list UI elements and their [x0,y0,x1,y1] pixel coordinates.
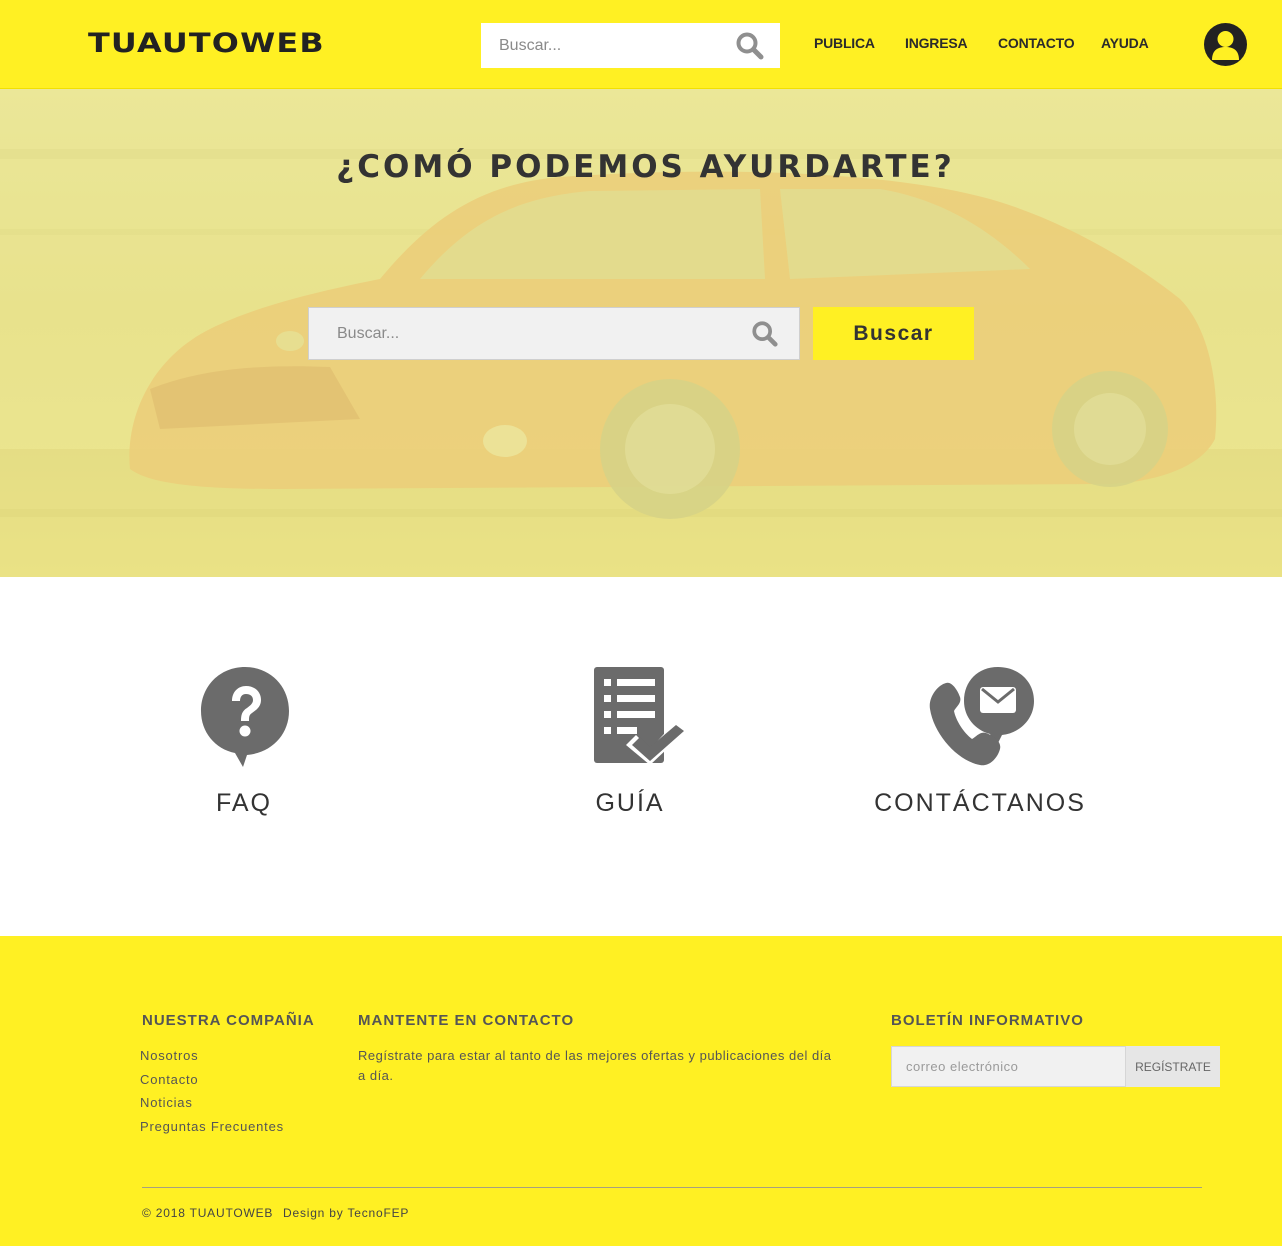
hero-search-button[interactable]: Buscar [813,307,974,360]
nav-contacto[interactable]: CONTACTO [998,35,1075,51]
footer-company-heading: NUESTRA COMPAÑIA [142,1012,315,1029]
footer-copyright: © 2018 TUAUTOWEB [142,1206,274,1220]
feature-contactanos-label: CONTÁCTANOS [874,789,1086,817]
search-icon[interactable] [735,31,765,61]
checklist-icon [594,667,686,765]
user-avatar-icon[interactable] [1204,23,1247,66]
footer-contact-text: Regístrate para estar al tanto de las me… [358,1048,832,1083]
hero-title: ¿COMÓ PODEMOS AYURDARTE? [336,149,955,185]
nav-ayuda[interactable]: AYUDA [1101,35,1149,51]
footer-newsletter-heading: BOLETÍN INFORMATIVO [891,1012,1084,1029]
hero-banner: ¿COMÓ PODEMOS AYURDARTE? Buscar [0,89,1282,577]
nav-publica[interactable]: PUBLICA [814,35,875,51]
top-header: TUAUTOWEB PUBLICA INGRESA CONTACTO AYUDA [0,0,1282,89]
hero-search [308,307,800,360]
feature-faq-label: FAQ [215,789,272,817]
header-search [481,23,780,68]
footer-link-contacto[interactable]: Contacto [140,1072,198,1087]
footer-credit: Design by TecnoFEP [283,1206,410,1220]
phone-mail-icon [929,667,1034,766]
footer-link-preguntas-frecuentes[interactable]: Preguntas Frecuentes [140,1119,284,1134]
feature-guia[interactable]: GUÍA [530,665,730,825]
footer-link-nosotros[interactable]: Nosotros [140,1048,198,1063]
footer-divider [142,1187,1202,1188]
question-bubble-icon [201,667,289,767]
newsletter-signup-button[interactable]: REGÍSTRATE [1126,1046,1220,1087]
feature-guia-label: GUÍA [595,789,665,817]
newsletter-email-input[interactable] [891,1046,1126,1087]
footer-contact-heading: MANTENTE EN CONTACTO [358,1012,575,1029]
feature-faq[interactable]: FAQ [144,665,344,825]
feature-contactanos[interactable]: CONTÁCTANOS [860,665,1100,825]
search-icon[interactable] [751,320,779,348]
site-footer: NUESTRA COMPAÑIA Nosotros Contacto Notic… [0,936,1282,1246]
header-search-input[interactable] [481,23,721,68]
nav-ingresa[interactable]: INGRESA [905,35,968,51]
site-logo[interactable]: TUAUTOWEB [88,28,325,59]
hero-search-input[interactable] [309,308,729,359]
footer-link-noticias[interactable]: Noticias [140,1095,193,1110]
